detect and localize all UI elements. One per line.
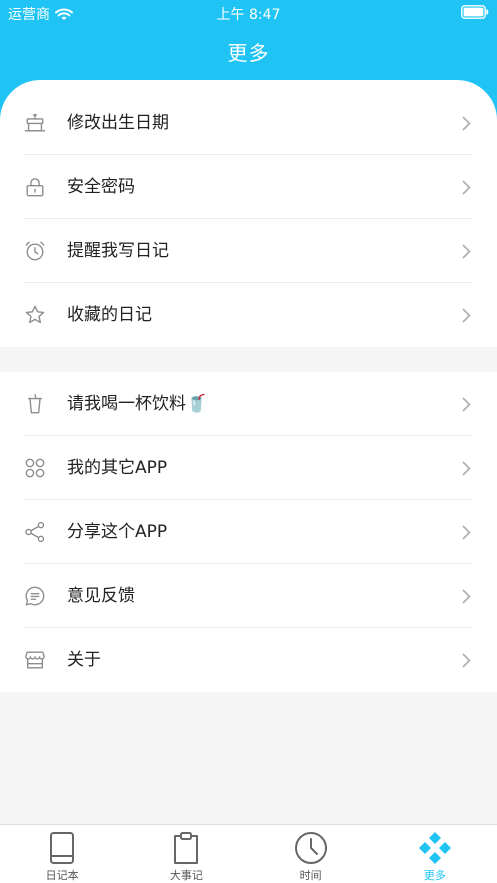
row-favorite-diaries[interactable]: 收藏的日记 (0, 283, 497, 347)
notebook-icon (50, 832, 75, 864)
row-share-app[interactable]: 分享这个APP (0, 500, 497, 564)
cup-icon (27, 394, 43, 414)
settings-list: 修改出生日期 安全密码 提醒我写日记 收藏的日记 请我喝一杯饮料🥤 我的其它AP… (0, 80, 497, 692)
tab-time[interactable]: 时间 (249, 825, 373, 883)
clock-icon (294, 832, 327, 864)
tab-label: 大事记 (169, 869, 203, 882)
chevron-right-icon (462, 180, 471, 195)
chevron-right-icon (462, 525, 471, 540)
row-label: 提醒我写日记 (67, 241, 169, 261)
page-title: 更多 (227, 41, 270, 65)
row-label: 修改出生日期 (67, 113, 169, 133)
store-icon (25, 651, 45, 669)
star-icon (25, 305, 45, 324)
battery-icon (461, 5, 489, 19)
tab-label: 日记本 (45, 869, 79, 882)
tab-bar: 日记本 大事记 时间 更多 (0, 824, 497, 883)
share-icon (25, 521, 45, 543)
tab-diary[interactable]: 日记本 (0, 825, 124, 883)
row-label: 我的其它APP (67, 458, 168, 478)
lock-icon (26, 178, 44, 197)
alarm-clock-icon (25, 241, 45, 261)
row-buy-me-a-drink[interactable]: 请我喝一杯饮料🥤 (0, 372, 497, 436)
settings-group-app: 请我喝一杯饮料🥤 我的其它APP 分享这个APP 意见反馈 关于 (0, 372, 497, 692)
chevron-right-icon (462, 397, 471, 412)
row-label: 请我喝一杯饮料🥤 (67, 394, 208, 414)
tab-label: 更多 (423, 869, 446, 882)
row-about[interactable]: 关于 (0, 628, 497, 692)
diamonds-icon (418, 832, 451, 864)
row-security-password[interactable]: 安全密码 (0, 155, 497, 219)
tab-events[interactable]: 大事记 (124, 825, 248, 883)
row-other-apps[interactable]: 我的其它APP (0, 436, 497, 500)
cake-icon (24, 113, 46, 132)
chevron-right-icon (462, 461, 471, 476)
status-time: 上午 8:47 (216, 7, 281, 23)
row-label: 意见反馈 (67, 586, 135, 606)
row-label: 安全密码 (67, 177, 135, 197)
chevron-right-icon (462, 653, 471, 668)
group-separator (0, 347, 497, 372)
clipboard-icon (174, 832, 199, 864)
row-label: 分享这个APP (67, 522, 168, 542)
row-change-birthdate[interactable]: 修改出生日期 (0, 91, 497, 155)
row-label: 关于 (67, 650, 101, 670)
feedback-icon (25, 586, 45, 606)
settings-group-personal: 修改出生日期 安全密码 提醒我写日记 收藏的日记 (0, 80, 497, 347)
chevron-right-icon (462, 244, 471, 259)
row-feedback[interactable]: 意见反馈 (0, 564, 497, 628)
tab-more[interactable]: 更多 (373, 825, 497, 883)
apps-grid-icon (25, 458, 45, 478)
row-diary-reminder[interactable]: 提醒我写日记 (0, 219, 497, 283)
tab-label: 时间 (299, 869, 322, 882)
row-label: 收藏的日记 (67, 305, 152, 325)
chevron-right-icon (462, 116, 471, 131)
chevron-right-icon (462, 308, 471, 323)
chevron-right-icon (462, 589, 471, 604)
status-bar: 运营商 上午 8:47 (0, 0, 497, 26)
